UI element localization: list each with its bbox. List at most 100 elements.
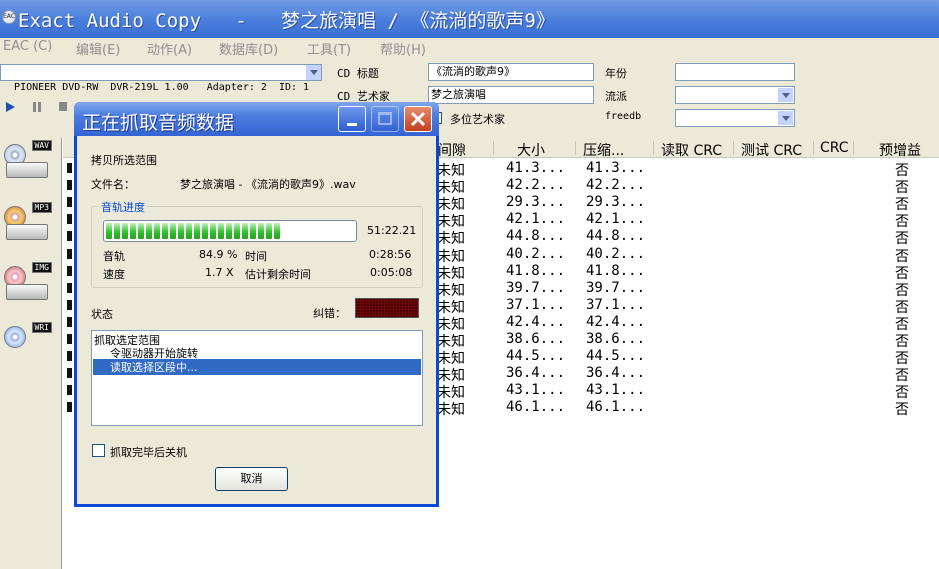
shutdown-checkbox[interactable] — [92, 444, 105, 457]
drive-icon — [6, 224, 48, 240]
cd-title-field[interactable]: 《流淌的歌声9》 — [428, 63, 594, 81]
menu-bar: EAC (C) 编辑(E) 动作(A) 数据库(D) 工具(T) 帮助(H) — [0, 38, 939, 60]
track-row-marker[interactable] — [67, 214, 72, 224]
col-gap[interactable]: 间隙 — [438, 140, 466, 160]
track-row-marker[interactable] — [67, 385, 72, 395]
action-sidebar: WAV MP3 IMG WRI — [0, 138, 62, 569]
progress-segment — [154, 223, 160, 239]
speed-value: 1.7 X — [205, 266, 234, 279]
menu-database[interactable]: 数据库(D) — [219, 39, 278, 58]
track-row-marker[interactable] — [67, 197, 72, 207]
window-title: Exact Audio Copy - 梦之旅演唱 / 《流淌的歌声9》 — [18, 10, 555, 32]
column-separator[interactable] — [733, 141, 734, 155]
column-separator[interactable] — [493, 141, 494, 155]
track-row-marker[interactable] — [67, 231, 72, 241]
chevron-down-icon[interactable] — [778, 88, 793, 102]
track-compressed: 43.1... — [586, 382, 646, 398]
col-size[interactable]: 大小 — [517, 140, 545, 160]
ripping-dialog: 正在抓取音频数据 拷贝所选范围 文件名： 梦之旅演唱 - 《流淌的歌声9》.wa… — [74, 102, 439, 507]
stop-icon[interactable] — [59, 102, 67, 111]
track-row-marker[interactable] — [67, 300, 72, 310]
progress-segment — [202, 223, 208, 239]
time-value: 0:28:56 — [369, 248, 412, 261]
pause-icon[interactable] — [33, 102, 41, 112]
track-compressed: 41.8... — [586, 263, 646, 279]
app-logo-icon[interactable]: EAC — [2, 10, 16, 24]
track-row-marker[interactable] — [67, 334, 72, 344]
track-row-marker[interactable] — [67, 163, 72, 173]
minimize-icon — [347, 123, 357, 126]
track-compressed: 41.3... — [586, 160, 646, 176]
time-label: 时间 — [245, 250, 267, 263]
track-row-marker[interactable] — [67, 283, 72, 293]
chevron-down-icon[interactable] — [305, 65, 321, 80]
wri-tag: WRI — [31, 322, 52, 333]
track-percent: 84.9 % — [199, 248, 238, 261]
col-compressed[interactable]: 压缩... — [583, 140, 624, 160]
menu-edit[interactable]: 编辑(E) — [76, 39, 120, 58]
error-led-display — [355, 298, 419, 318]
track-size: 41.3... — [506, 160, 566, 176]
play-icon[interactable] — [6, 102, 15, 112]
close-button[interactable] — [404, 106, 432, 132]
progress-segment — [114, 223, 120, 239]
track-compressed: 44.5... — [586, 348, 646, 364]
progress-segment — [122, 223, 128, 239]
menu-help[interactable]: 帮助(H) — [380, 39, 426, 58]
copy-to-mp3-button[interactable]: MP3 — [2, 202, 52, 252]
copy-to-wav-button[interactable]: WAV — [2, 140, 52, 190]
drive-icon — [6, 284, 48, 300]
col-preemphasis[interactable]: 预增益 — [879, 140, 921, 160]
filename-label: 文件名： — [91, 178, 135, 191]
copy-image-button[interactable]: IMG — [2, 262, 52, 312]
progress-segment — [194, 223, 200, 239]
various-artists-label: 多位艺术家 — [450, 113, 505, 126]
progress-segment — [266, 223, 272, 239]
drive-select[interactable]: PIONEER DVD-RW DVR-219L 1.00 Adapter: 2 … — [0, 64, 322, 93]
progress-segment — [138, 223, 144, 239]
track-row-marker[interactable] — [67, 266, 72, 276]
year-field[interactable] — [675, 63, 795, 81]
write-cd-button[interactable]: WRI — [2, 322, 52, 372]
progress-segment — [146, 223, 152, 239]
status-log[interactable]: 抓取选定范围 令驱动器开始旋转 读取选择区段中... — [91, 330, 423, 426]
track-row-marker[interactable] — [67, 351, 72, 361]
track-size: 42.4... — [506, 314, 566, 330]
remaining-label: 估计剩余时间 — [245, 268, 311, 281]
track-size: 44.8... — [506, 228, 566, 244]
column-separator[interactable] — [653, 141, 654, 155]
img-tag: IMG — [31, 262, 52, 273]
cancel-button[interactable]: 取消 — [215, 467, 288, 491]
col-read-crc[interactable]: 读取 CRC — [661, 140, 722, 160]
track-compressed: 37.1... — [586, 297, 646, 313]
track-size: 29.3... — [506, 194, 566, 210]
track-preemphasis: 否 — [895, 231, 909, 247]
track-size: 37.1... — [506, 297, 566, 313]
menu-eac[interactable]: EAC (C) — [3, 39, 52, 54]
progress-segment — [186, 223, 192, 239]
col-test-crc[interactable]: 测试 CRC — [741, 140, 802, 160]
menu-tools[interactable]: 工具(T) — [307, 39, 351, 58]
menu-action[interactable]: 动作(A) — [147, 39, 192, 58]
minimize-button[interactable] — [338, 106, 366, 132]
progress-segment — [226, 223, 232, 239]
progress-segment — [218, 223, 224, 239]
column-separator[interactable] — [575, 141, 576, 155]
column-separator[interactable] — [813, 141, 814, 155]
progress-segment — [234, 223, 240, 239]
chevron-down-icon[interactable] — [778, 111, 793, 125]
genre-label: 流派 — [605, 90, 627, 103]
track-row-marker[interactable] — [67, 180, 72, 190]
track-row-marker[interactable] — [67, 402, 72, 412]
track-row-marker[interactable] — [67, 317, 72, 327]
genre-combo[interactable] — [675, 86, 795, 104]
track-row-marker[interactable] — [67, 368, 72, 378]
col-crc[interactable]: CRC — [820, 140, 849, 156]
freedb-combo[interactable] — [675, 109, 795, 127]
dialog-title-bar[interactable]: 正在抓取音频数据 — [74, 102, 439, 136]
log-line-selected[interactable]: 读取选择区段中... — [93, 359, 421, 375]
track-row-marker[interactable] — [67, 249, 72, 259]
cd-artist-field[interactable]: 梦之旅演唱 — [428, 86, 594, 104]
title-bar: EAC Exact Audio Copy - 梦之旅演唱 / 《流淌的歌声9》 — [0, 0, 939, 38]
column-separator[interactable] — [853, 141, 854, 155]
